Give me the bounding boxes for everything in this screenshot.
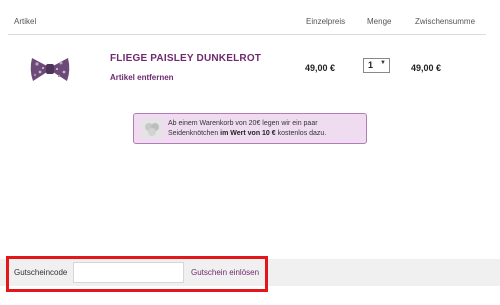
cart-panel: Artikel Einzelpreis Menge Zwischensumme … xyxy=(0,0,500,305)
remove-item-link[interactable]: Artikel entfernen xyxy=(110,73,174,82)
header-subtotal: Zwischensumme xyxy=(415,17,476,26)
header-divider xyxy=(8,34,486,35)
subtotal-value: 49,00 € xyxy=(411,63,442,73)
product-name-link[interactable]: FLIEGE PAISLEY DUNKELROT xyxy=(110,53,261,64)
promo-text: Ab einem Warenkorb von 20€ legen wir ein… xyxy=(168,119,364,138)
gift-icon xyxy=(142,119,162,138)
highlight-frame xyxy=(6,256,268,292)
promo-text-bold: im Wert von 10 € xyxy=(220,129,276,137)
bow-tie-icon xyxy=(30,58,70,81)
promo-text-part2: kostenlos dazu. xyxy=(275,129,327,137)
header-article: Artikel xyxy=(14,17,37,26)
header-unit-price: Einzelpreis xyxy=(306,17,346,26)
quantity-select[interactable]: 1 ▼ xyxy=(363,58,390,73)
cart-table-header: Artikel Einzelpreis Menge Zwischensumme xyxy=(0,0,500,36)
chevron-down-icon: ▼ xyxy=(380,60,386,66)
unit-price-value: 49,00 € xyxy=(305,63,336,73)
promo-notice: Ab einem Warenkorb von 20€ legen wir ein… xyxy=(133,113,367,144)
header-quantity: Menge xyxy=(367,17,392,26)
bow-tie-image[interactable] xyxy=(27,50,73,88)
quantity-value: 1 xyxy=(368,60,374,70)
